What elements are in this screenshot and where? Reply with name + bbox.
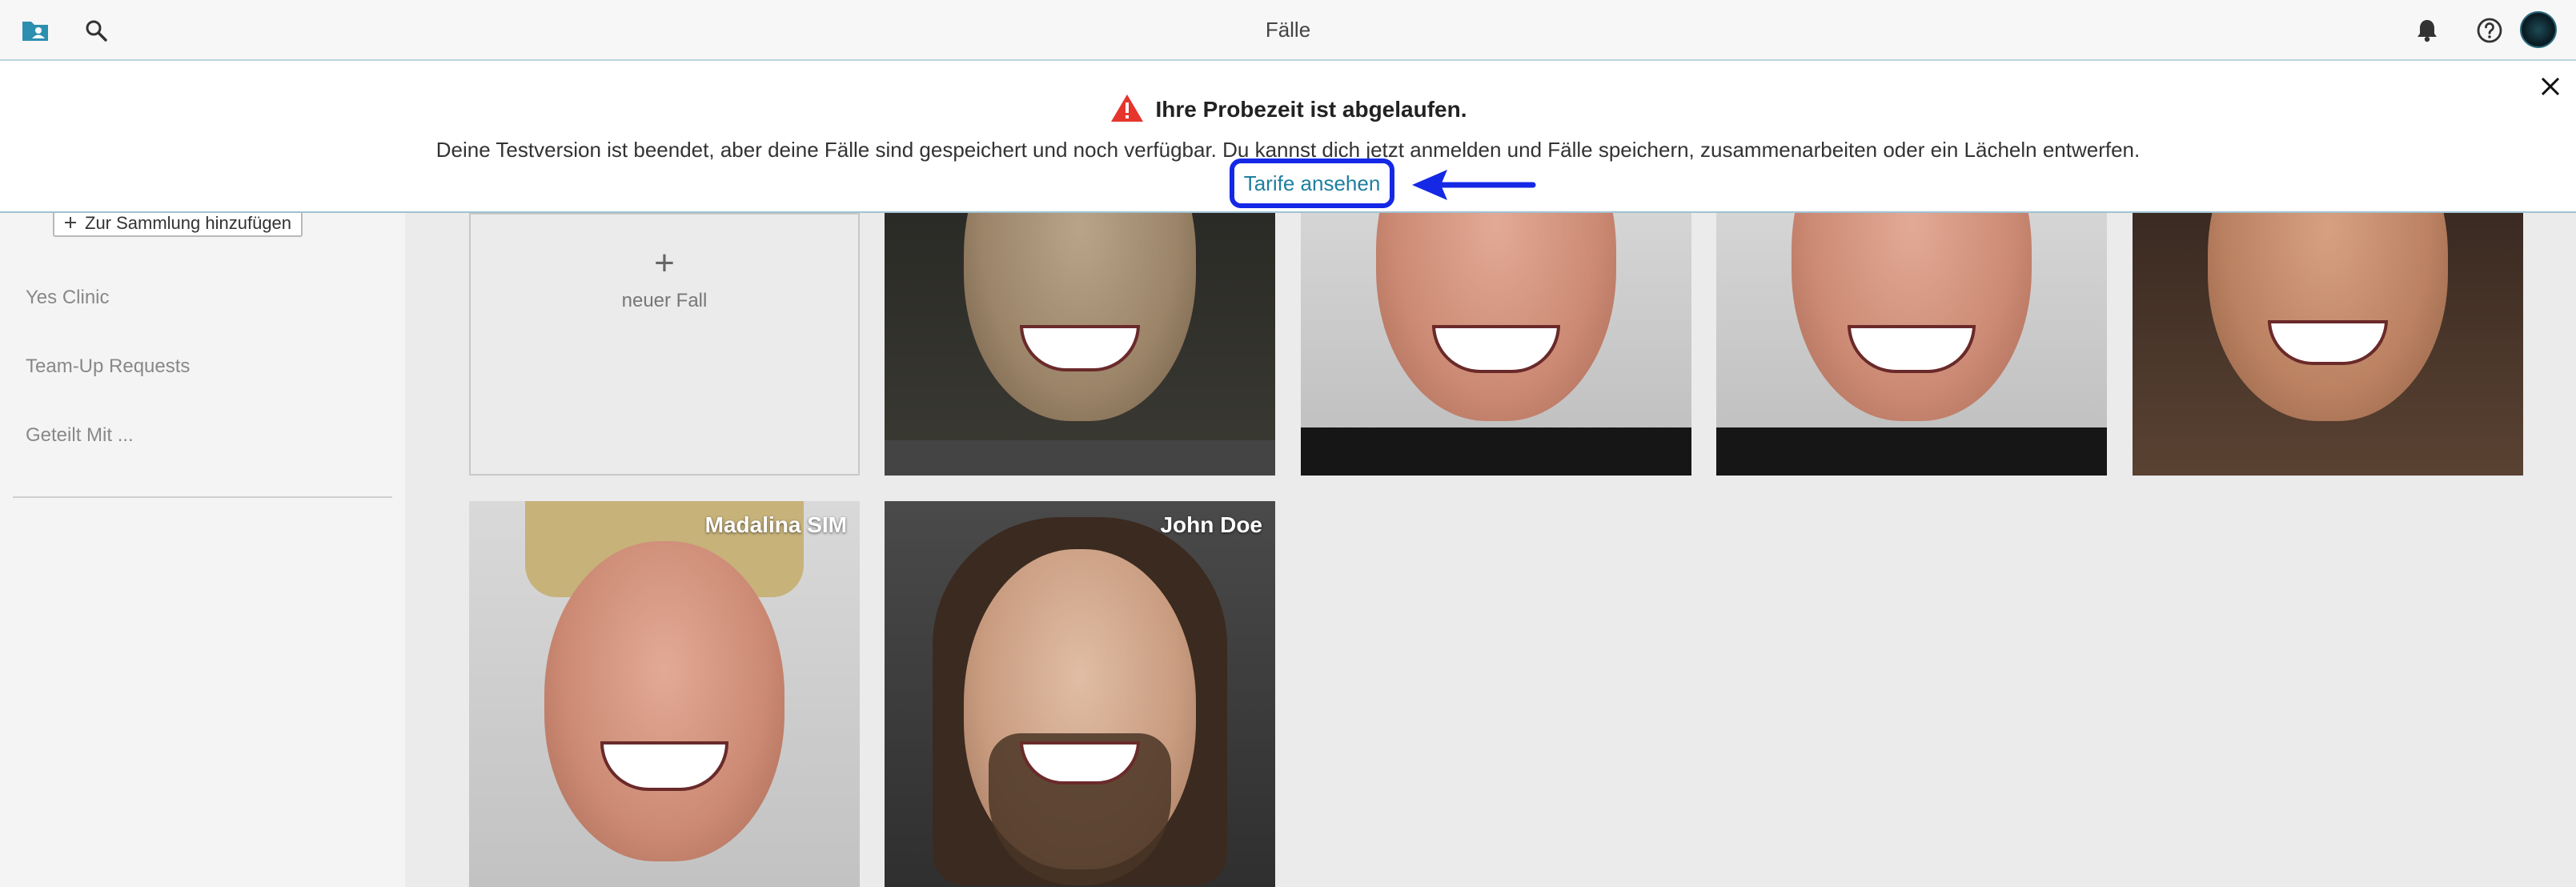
case-photo xyxy=(964,213,1196,421)
banner-headline: Ihre Probezeit ist abgelaufen. xyxy=(0,93,2576,129)
trial-expired-banner: Ihre Probezeit ist abgelaufen. Deine Tes… xyxy=(0,61,2576,213)
case-card[interactable]: Madalina SIM xyxy=(469,501,860,887)
plus-icon: + xyxy=(654,243,675,283)
avatar[interactable] xyxy=(2520,11,2557,48)
case-name[interactable]: Madalina SIM xyxy=(705,512,847,538)
sidebar-divider xyxy=(13,496,392,498)
new-case-label: neuer Fall xyxy=(621,290,708,311)
case-card[interactable]: John Doe xyxy=(885,501,1275,887)
close-icon[interactable] xyxy=(2533,69,2568,104)
sidebar: Zur Sammlung hinzufügen Yes Clinic Team-… xyxy=(0,210,405,887)
bell-icon[interactable] xyxy=(2411,14,2443,46)
add-to-collection-button[interactable]: Zur Sammlung hinzufügen xyxy=(53,210,303,237)
sidebar-item-shared-with[interactable]: Geteilt Mit ... xyxy=(26,424,134,447)
case-card[interactable] xyxy=(1301,213,1691,476)
case-card[interactable] xyxy=(885,213,1275,476)
case-card[interactable] xyxy=(2133,213,2523,476)
sidebar-item-yes-clinic[interactable]: Yes Clinic xyxy=(26,287,110,309)
plus-icon xyxy=(64,213,77,234)
case-photo xyxy=(1792,213,2032,421)
page-title: Fälle xyxy=(1265,18,1311,42)
sidebar-item-team-up-requests[interactable]: Team-Up Requests xyxy=(26,355,190,378)
case-photo xyxy=(1376,213,1616,421)
banner-headline-text: Ihre Probezeit ist abgelaufen. xyxy=(1155,97,1467,122)
case-card[interactable] xyxy=(1716,213,2107,476)
case-photo xyxy=(544,541,784,861)
arrow-left-icon xyxy=(1412,170,1536,200)
warning-icon xyxy=(1109,93,1145,129)
top-bar: Fälle xyxy=(0,0,2576,61)
help-icon[interactable] xyxy=(2474,14,2506,46)
add-to-collection-label: Zur Sammlung hinzufügen xyxy=(85,213,292,233)
new-case-card[interactable]: + neuer Fall xyxy=(469,213,860,476)
case-photo xyxy=(2208,213,2448,421)
case-name: John Doe xyxy=(1160,512,1262,537)
view-plans-link[interactable]: Tarife ansehen xyxy=(1230,159,1394,208)
